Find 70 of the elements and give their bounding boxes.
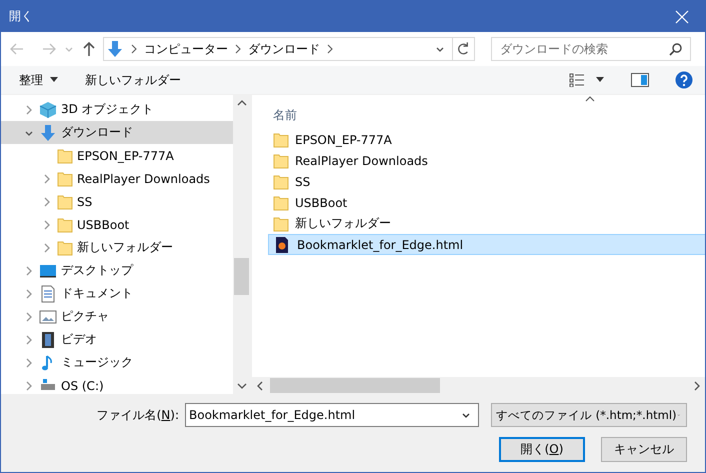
up-arrow-icon[interactable] xyxy=(81,41,97,57)
scroll-down-icon[interactable] xyxy=(236,382,246,390)
filename-label: ファイル名(N): xyxy=(96,406,179,424)
scroll-left-icon[interactable] xyxy=(256,380,264,390)
breadcrumb[interactable]: コンピューター xyxy=(144,40,228,58)
window-title: 開く xyxy=(9,8,33,25)
file-row[interactable]: EPSON_EP-777A xyxy=(268,129,705,150)
film-icon xyxy=(39,330,57,348)
tree-item[interactable]: EPSON_EP-777A xyxy=(1,144,233,167)
cube-icon xyxy=(39,100,57,118)
dialog-button[interactable]: キャンセル xyxy=(601,437,687,462)
view-list-icon[interactable] xyxy=(569,73,585,87)
folder-icon xyxy=(273,132,289,148)
tree-item[interactable]: OS (C:) xyxy=(1,374,233,394)
forward-arrow-icon[interactable] xyxy=(41,41,57,57)
file-row[interactable]: Bookmarklet_for_Edge.html xyxy=(268,234,705,255)
dialog-button[interactable]: 開く(O) xyxy=(499,437,585,462)
column-header[interactable]: 名前 xyxy=(273,108,297,122)
scroll-right-icon[interactable] xyxy=(693,380,701,390)
folder-icon xyxy=(273,216,289,232)
browser-file-icon xyxy=(273,236,291,254)
caret-icon xyxy=(49,77,59,83)
tree-item[interactable]: RealPlayer Downloads xyxy=(1,167,233,190)
tree-item[interactable]: ドキュメント xyxy=(1,282,233,305)
new-folder-button[interactable]: 新しいフォルダー xyxy=(85,72,181,88)
folder-icon xyxy=(57,194,73,210)
chevron-icon xyxy=(326,44,334,54)
vertical-scrollbar[interactable] xyxy=(233,95,250,394)
help-icon[interactable] xyxy=(675,71,693,89)
organize-menu-button[interactable]: 整理 xyxy=(19,72,59,88)
scroll-up-icon[interactable] xyxy=(236,99,246,107)
caret-icon[interactable] xyxy=(595,77,605,83)
folder-icon xyxy=(57,170,73,186)
tree-item[interactable]: USBBoot xyxy=(1,213,233,236)
folder-icon xyxy=(273,174,289,190)
preview-pane-icon[interactable] xyxy=(631,73,649,87)
file-row[interactable]: RealPlayer Downloads xyxy=(268,150,705,171)
tree-item[interactable]: 3D オブジェクト xyxy=(1,98,233,121)
folder-icon xyxy=(273,194,289,210)
tree-item[interactable]: SS xyxy=(1,190,233,213)
filename-field[interactable]: Bookmarklet_for_Edge.html xyxy=(185,403,479,427)
search-icon xyxy=(669,42,683,56)
tree-item[interactable]: ダウンロード xyxy=(1,121,233,144)
address-bar[interactable]: コンピューター ダウンロード xyxy=(103,37,475,61)
file-row[interactable]: 新しいフォルダー xyxy=(268,213,705,234)
sort-caret-icon xyxy=(585,96,595,102)
download-arrow-icon xyxy=(106,40,124,58)
file-type-dropdown[interactable]: すべてのファイル (*.htm;*.html) xyxy=(491,403,687,427)
back-arrow-icon[interactable] xyxy=(9,41,25,57)
tree-item[interactable]: ミュージック xyxy=(1,351,233,374)
chevron-icon xyxy=(130,44,138,54)
file-row[interactable]: USBBoot xyxy=(268,192,705,213)
search-field[interactable]: ダウンロードの検索 xyxy=(491,37,691,61)
tree-item[interactable]: デスクトップ xyxy=(1,259,233,282)
tree-item[interactable]: ビデオ xyxy=(1,328,233,351)
folder-icon xyxy=(57,240,73,256)
folder-icon xyxy=(57,216,73,232)
folder-icon xyxy=(57,148,73,164)
picture-icon xyxy=(39,308,57,326)
breadcrumb[interactable]: ダウンロード xyxy=(248,40,320,58)
close-icon xyxy=(675,10,689,24)
file-row[interactable]: SS xyxy=(268,171,705,192)
tree-item[interactable]: ピクチャ xyxy=(1,305,233,328)
folder-icon xyxy=(273,152,289,168)
tree-item[interactable]: 新しいフォルダー xyxy=(1,236,233,259)
document-icon xyxy=(39,284,57,302)
scroll-thumb[interactable] xyxy=(234,258,249,295)
download-arrow-icon xyxy=(39,124,57,142)
chevron-icon xyxy=(234,44,242,54)
scroll-thumb[interactable] xyxy=(270,378,440,393)
